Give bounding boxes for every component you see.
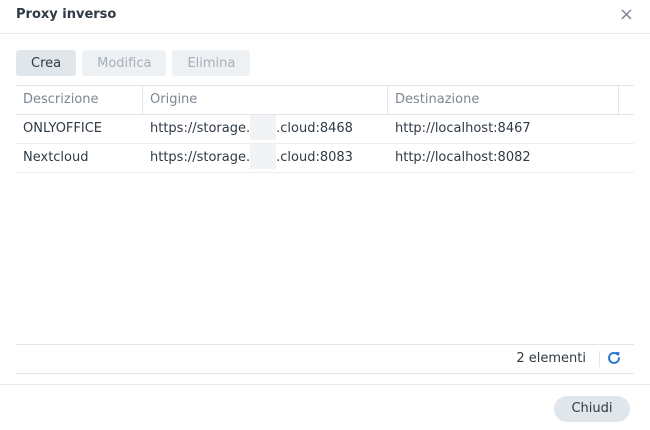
column-header-spacer xyxy=(619,86,634,114)
redacted-region xyxy=(250,115,277,140)
dialog-footer: Chiudi xyxy=(0,384,650,430)
close-icon[interactable]: × xyxy=(619,5,634,25)
table-row[interactable]: ONLYOFFICE https://storage. .cloud:8468 h… xyxy=(16,115,634,144)
origin-prefix: https://storage. xyxy=(150,121,251,136)
refresh-icon[interactable] xyxy=(606,350,622,366)
close-button[interactable]: Chiudi xyxy=(554,396,630,422)
column-header-destination[interactable]: Destinazione xyxy=(388,86,619,114)
table-row[interactable]: Nextcloud https://storage. .cloud:8083 ht… xyxy=(16,144,634,173)
cell-description: ONLYOFFICE xyxy=(23,121,103,136)
toolbar: Crea Modifica Elimina xyxy=(16,50,251,76)
table-footer: 2 elementi xyxy=(16,344,634,374)
origin-suffix: .cloud:8468 xyxy=(276,121,353,136)
cell-destination: http://localhost:8082 xyxy=(395,150,531,165)
proxy-table: Descrizione Origine Destinazione ONLYOFF… xyxy=(16,85,634,173)
cell-destination: http://localhost:8467 xyxy=(395,121,531,136)
column-header-description[interactable]: Descrizione xyxy=(16,86,143,114)
table-header: Descrizione Origine Destinazione xyxy=(16,86,634,115)
title-bar: Proxy inverso × xyxy=(0,0,650,34)
column-header-origin[interactable]: Origine xyxy=(143,86,388,114)
proxy-dialog: Proxy inverso × Crea Modifica Elimina De… xyxy=(0,0,650,429)
item-count: 2 elementi xyxy=(516,351,586,366)
delete-button[interactable]: Elimina xyxy=(172,50,251,76)
edit-button[interactable]: Modifica xyxy=(82,50,167,76)
origin-suffix: .cloud:8083 xyxy=(276,150,353,165)
dialog-title: Proxy inverso xyxy=(16,7,117,22)
cell-origin: https://storage. .cloud:8468 xyxy=(143,115,388,143)
redacted-region xyxy=(250,144,277,169)
cell-description: Nextcloud xyxy=(23,150,89,165)
cell-origin: https://storage. .cloud:8083 xyxy=(143,144,388,172)
create-button[interactable]: Crea xyxy=(16,50,77,76)
divider xyxy=(599,351,600,367)
origin-prefix: https://storage. xyxy=(150,150,251,165)
